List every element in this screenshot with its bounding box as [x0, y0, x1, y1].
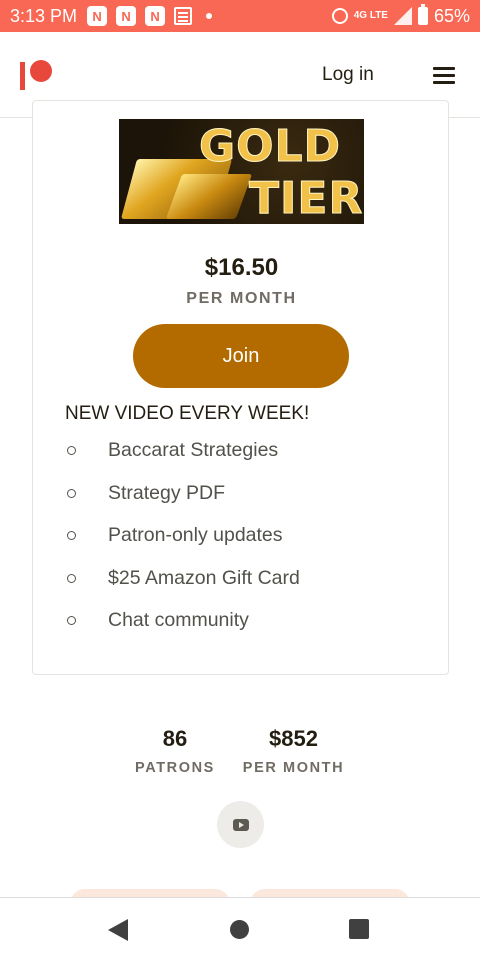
status-time: 3:13 PM: [10, 5, 78, 26]
gold-bar-graphic: [165, 174, 253, 219]
signal-icon: [393, 7, 412, 25]
benefit-item: $25 Amazon Gift Card: [65, 567, 425, 610]
more-notifications-dot: [206, 13, 213, 19]
join-button[interactable]: Join: [133, 324, 349, 388]
back-icon[interactable]: [108, 919, 128, 941]
alarm-icon: [331, 8, 348, 24]
app-notification-icon: N: [145, 6, 166, 26]
network-type: 4G LTE: [353, 10, 388, 21]
app-notification-icon: N: [87, 6, 108, 26]
tier-period: PER MONTH: [186, 290, 297, 307]
tier-image-text: TIER: [248, 173, 364, 225]
earnings-stat: $852 PER MONTH: [236, 726, 351, 776]
bullet-icon: [67, 446, 76, 455]
tier-card: GOLD TIER $16.50 PER MONTH Join NEW VIDE…: [32, 100, 449, 675]
battery-icon: [417, 4, 428, 25]
benefit-item: Baccarat Strategies: [65, 439, 425, 482]
bullet-icon: [67, 616, 76, 625]
benefit-item: Strategy PDF: [65, 482, 425, 525]
creator-stats: 86 PATRONS $852 PER MONTH: [0, 726, 480, 786]
benefit-item: Chat community: [65, 609, 425, 652]
recent-apps-icon[interactable]: [349, 919, 369, 939]
benefit-item: Patron-only updates: [65, 524, 425, 567]
tier-price: $16.50: [204, 254, 279, 281]
tier-image-text: GOLD: [198, 121, 342, 173]
tier-headline: NEW VIDEO EVERY WEEK!: [65, 403, 310, 424]
status-bar: 3:13 PM N N N 4G LTE 65%: [0, 0, 480, 32]
earnings-amount: $852: [269, 726, 318, 751]
home-icon[interactable]: [230, 920, 249, 939]
news-icon: [174, 7, 193, 25]
patreon-logo[interactable]: [20, 60, 54, 92]
youtube-link-button[interactable]: [217, 801, 264, 848]
android-nav-bar: [0, 897, 480, 960]
patrons-stat: 86 PATRONS: [125, 726, 225, 776]
gold-tier-image: GOLD TIER: [119, 119, 364, 224]
earnings-label: PER MONTH: [242, 760, 345, 776]
app-notification-icon: N: [116, 6, 137, 26]
status-right: 4G LTE 65%: [331, 4, 470, 27]
login-link[interactable]: Log in: [322, 64, 374, 86]
logo-circle: [30, 60, 52, 82]
youtube-icon: [232, 818, 249, 831]
hamburger-menu-icon[interactable]: [433, 67, 455, 85]
benefits-list: Baccarat Strategies Strategy PDF Patron-…: [65, 439, 425, 652]
bullet-icon: [67, 573, 76, 583]
bullet-icon: [67, 488, 76, 498]
patrons-label: PATRONS: [135, 760, 215, 776]
bullet-icon: [67, 531, 76, 540]
patrons-count: 86: [162, 726, 188, 751]
logo-bar: [20, 62, 25, 90]
battery-level: 65%: [433, 5, 470, 26]
